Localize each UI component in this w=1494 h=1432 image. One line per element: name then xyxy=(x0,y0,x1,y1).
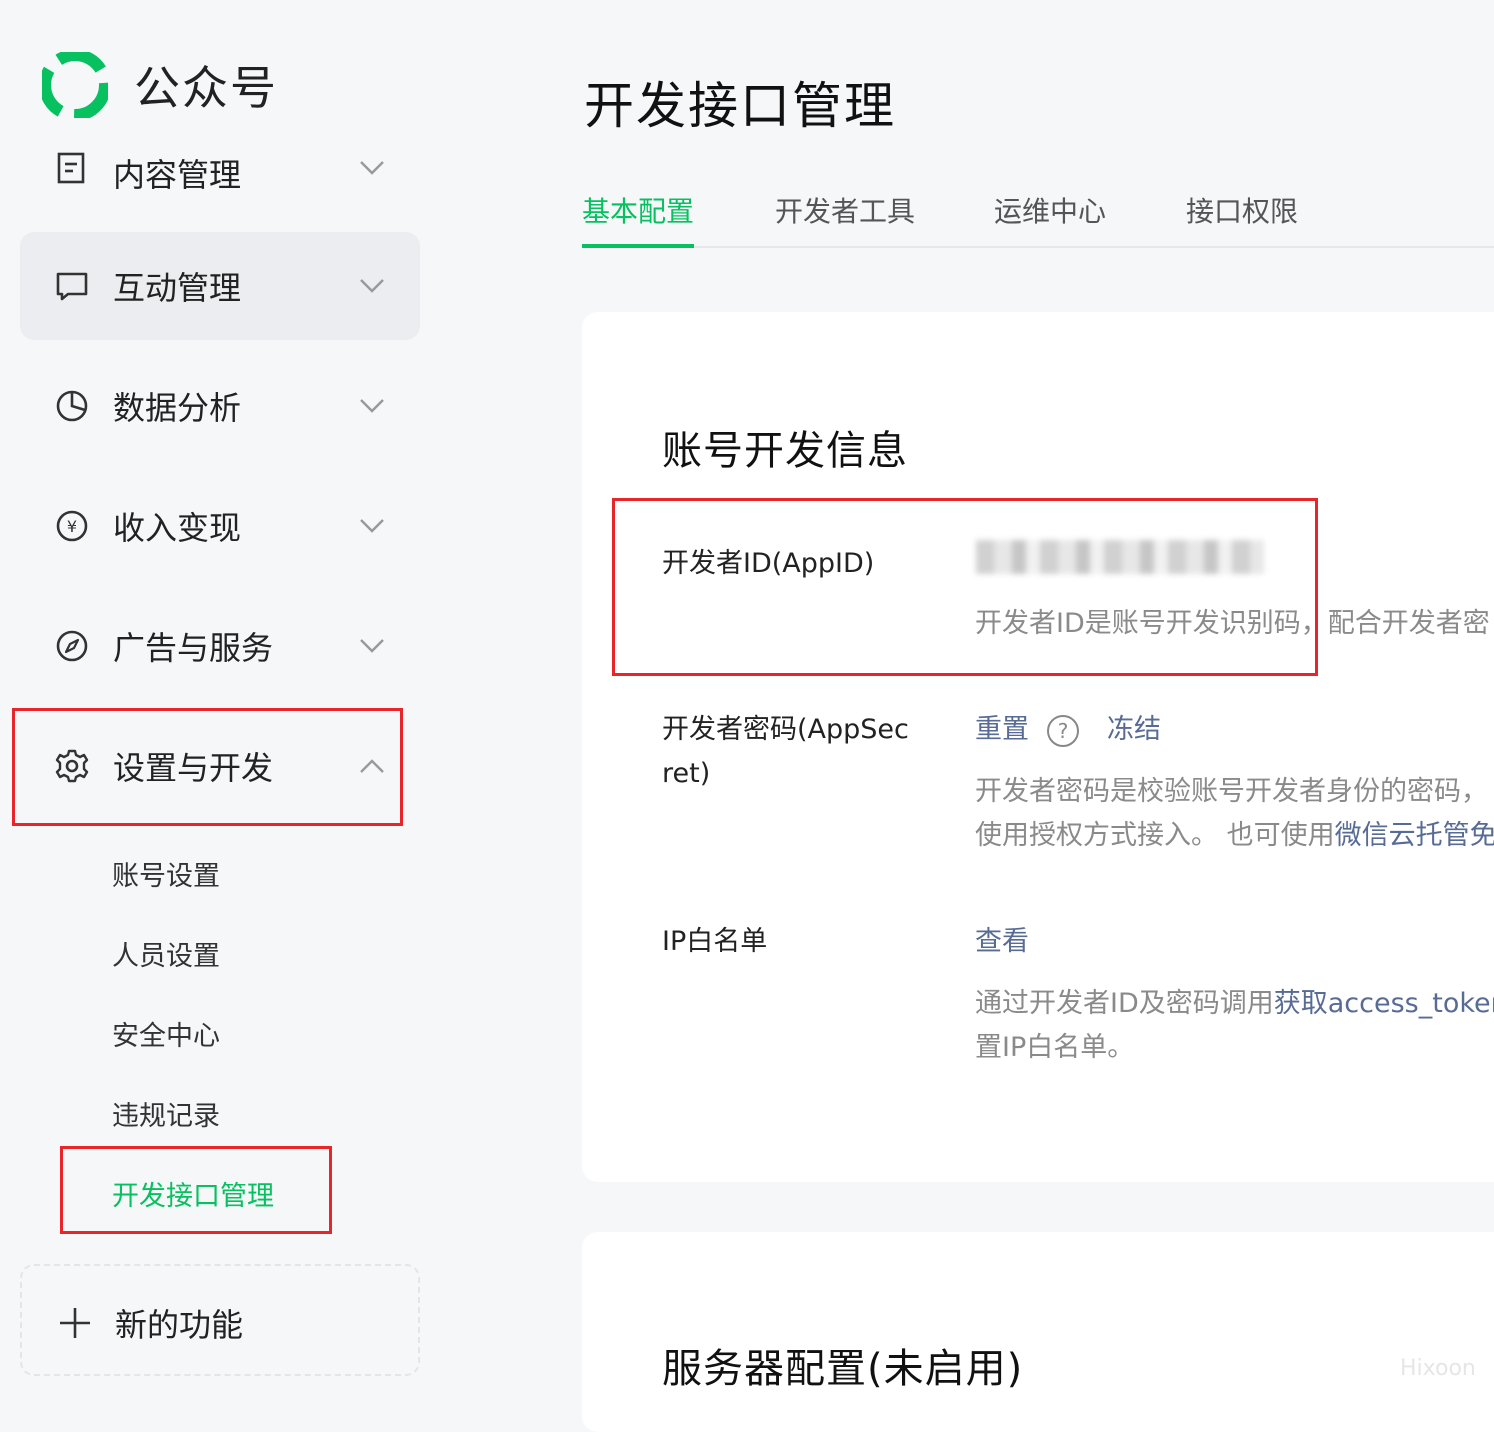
svg-text:¥: ¥ xyxy=(67,517,77,536)
tab-api-permissions[interactable]: 接口权限 xyxy=(1186,190,1298,244)
new-features-label: 新的功能 xyxy=(115,1306,244,1344)
ip-desc-text: 通过开发者ID及密码调用 xyxy=(975,988,1274,1019)
chat-bubble-icon xyxy=(56,272,88,301)
section-title-account: 账号开发信息 xyxy=(662,428,908,474)
pie-chart-icon xyxy=(56,390,88,422)
tab-basic-config[interactable]: 基本配置 xyxy=(582,190,695,248)
server-config-card xyxy=(582,1232,1494,1432)
tab-bar: 基本配置 开发者工具 运维中心 接口权限 xyxy=(582,190,1494,248)
highlight-box-dev-interface xyxy=(60,1146,332,1234)
reset-secret-link[interactable]: 重置 xyxy=(975,708,1029,752)
ip-whitelist-description-line2: 置IP白名单。 xyxy=(975,1032,1135,1063)
tab-ops-center[interactable]: 运维中心 xyxy=(994,190,1106,244)
tab-dev-tools[interactable]: 开发者工具 xyxy=(775,190,915,244)
page-title: 开发接口管理 xyxy=(584,77,896,135)
view-ip-whitelist-link[interactable]: 查看 xyxy=(975,920,1029,964)
appsecret-label-line2: ret) xyxy=(662,758,711,789)
highlight-box-appid xyxy=(612,498,1318,676)
sidebar-item-label: 广告与服务 xyxy=(113,629,274,667)
wechat-official-logo-icon xyxy=(42,52,108,118)
appsecret-description-line1: 开发者密码是校验账号开发者身份的密码， xyxy=(975,776,1488,807)
sidebar-subitem-security-center[interactable]: 安全中心 xyxy=(112,1014,220,1053)
sidebar-item-analytics[interactable]: 数据分析 xyxy=(20,352,420,460)
highlight-box-settings xyxy=(12,708,403,826)
sidebar-subitem-violation-records[interactable]: 违规记录 xyxy=(112,1094,220,1133)
get-access-token-link[interactable]: 获取access_token xyxy=(1274,988,1494,1019)
chevron-down-icon xyxy=(360,519,384,533)
plus-icon xyxy=(60,1308,90,1338)
sidebar-item-label: 数据分析 xyxy=(113,389,242,427)
chevron-down-icon xyxy=(360,399,384,413)
watermark: Hixoon xyxy=(1400,1356,1476,1381)
appsecret-desc-text: 使用授权方式接入。 也可使用 xyxy=(975,820,1335,851)
sidebar-item-label: 互动管理 xyxy=(113,269,242,307)
appsecret-label-line1: 开发者密码(AppSec xyxy=(662,714,909,745)
sidebar-item-label: 内容管理 xyxy=(113,156,242,194)
appsecret-description-line2: 使用授权方式接入。 也可使用微信云托管免 xyxy=(975,814,1494,858)
sidebar-subitem-member-settings[interactable]: 人员设置 xyxy=(112,934,220,973)
brand-logo[interactable]: 公众号 xyxy=(42,52,278,118)
chevron-down-icon xyxy=(360,639,384,653)
sidebar-item-interaction[interactable]: 互动管理 xyxy=(20,232,420,340)
svg-text:?: ? xyxy=(1058,719,1069,743)
chevron-down-icon xyxy=(360,279,384,293)
help-question-icon[interactable]: ? xyxy=(1046,714,1080,748)
yen-circle-icon: ¥ xyxy=(56,510,88,542)
chevron-down-icon xyxy=(360,161,384,175)
new-features-button[interactable]: 新的功能 xyxy=(20,1264,420,1376)
ip-whitelist-description-line1: 通过开发者ID及密码调用获取access_token xyxy=(975,982,1494,1026)
sidebar-subitem-account-settings[interactable]: 账号设置 xyxy=(112,854,220,893)
freeze-secret-link[interactable]: 冻结 xyxy=(1107,708,1161,752)
document-icon xyxy=(57,152,85,184)
ip-whitelist-label: IP白名单 xyxy=(662,926,768,957)
compass-icon xyxy=(56,630,88,662)
wechat-cloud-hosting-link[interactable]: 微信云托管免 xyxy=(1335,820,1494,851)
scroll-mask xyxy=(0,120,440,152)
sidebar-item-monetization[interactable]: ¥ 收入变现 xyxy=(20,472,420,580)
brand-name: 公众号 xyxy=(134,61,278,115)
sidebar-item-label: 收入变现 xyxy=(113,509,242,547)
section-title-server-config: 服务器配置(未启用) xyxy=(662,1346,1024,1392)
sidebar-item-ads-services[interactable]: 广告与服务 xyxy=(20,592,420,700)
